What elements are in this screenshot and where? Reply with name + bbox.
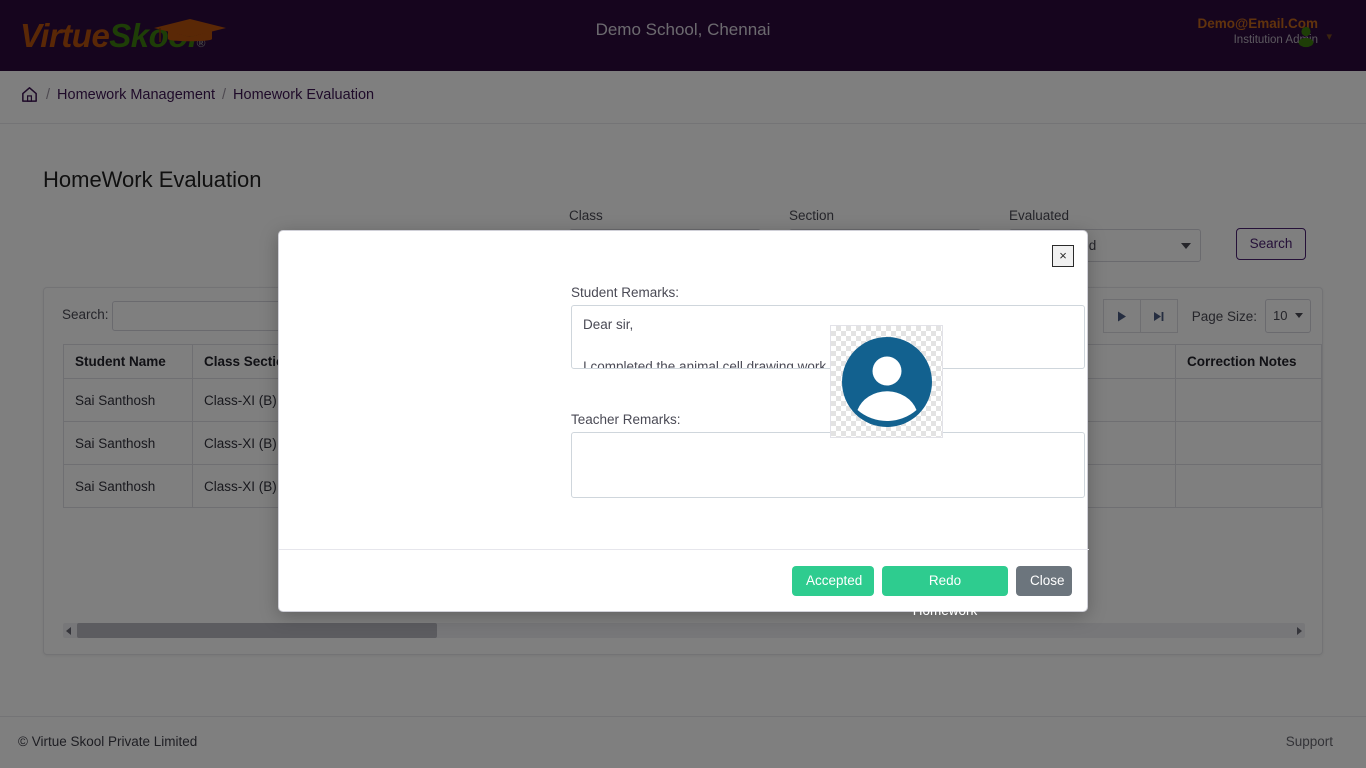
- teacher-remarks-textarea[interactable]: [571, 432, 1085, 498]
- modal-body: Student Remarks: Teacher Remarks:: [279, 281, 1089, 563]
- close-button[interactable]: Close: [1016, 566, 1072, 596]
- student-remarks-textarea[interactable]: [571, 305, 1085, 369]
- redo-homework-button[interactable]: Redo Homework: [882, 566, 1008, 618]
- student-remarks-label: Student Remarks:: [571, 285, 680, 300]
- student-photo-box: [830, 325, 943, 438]
- evaluation-modal: × Student Remarks: Teacher Remarks: Acce…: [278, 230, 1089, 618]
- modal-close-icon[interactable]: ×: [1052, 245, 1074, 267]
- accepted-button[interactable]: Accepted: [792, 566, 874, 596]
- teacher-remarks-label: Teacher Remarks:: [571, 412, 681, 427]
- user-avatar-icon: [841, 336, 932, 427]
- modal-footer: Accepted Redo Homework Close: [279, 549, 1089, 618]
- app-root: VirtueSkool® Demo School, Chennai Demo@E…: [0, 0, 1366, 768]
- modal-header: ×: [279, 231, 1089, 281]
